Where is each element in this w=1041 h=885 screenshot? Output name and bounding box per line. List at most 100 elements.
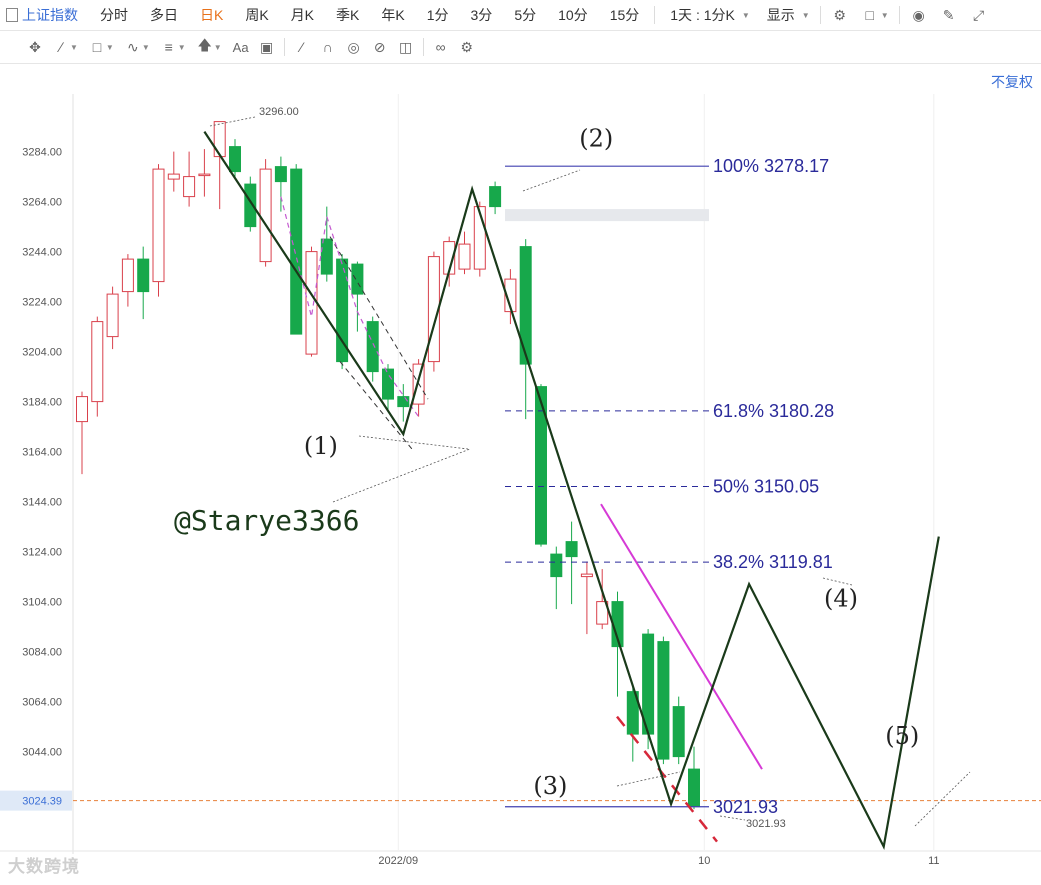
pencil-icon[interactable]: ✎ [939,5,959,25]
y-tick-label: 3244.00 [22,247,62,259]
toolbar-divider [819,6,821,24]
y-tick-label: 3084.00 [22,647,62,659]
eye-off-icon[interactable]: ⊘ [367,36,393,58]
leader-line [522,169,581,192]
candle-body [213,121,226,158]
candle-body [91,321,104,403]
candle-body [672,706,685,758]
comment-icon[interactable]: ▣ [254,36,280,58]
candles [76,121,700,810]
chevron-down-icon: ▼ [141,42,150,52]
candle-body [535,386,547,545]
candle-body [274,166,287,183]
period-tab-4[interactable]: 周K [234,5,279,25]
period-tab-6[interactable]: 季K [325,5,370,25]
candle-body [290,168,303,335]
watermark: 大数跨境 [8,857,80,876]
period-tab-10[interactable]: 5分 [503,5,547,25]
period-tab-7[interactable]: 年K [370,5,415,25]
leader-line [358,435,469,450]
period-select[interactable]: 1天 : 1分K [659,5,746,25]
period-tab-0[interactable]: 上证指数 [18,5,89,25]
candle-body [229,146,241,173]
y-tick-label: 3184.00 [22,397,62,409]
wave-label: (4) [824,585,858,613]
elliott-wave-path [203,130,940,851]
leader-line [332,448,471,503]
y-tick-label: 3284.00 [22,147,62,159]
wave-label: (3) [533,772,567,800]
period-tab-1[interactable]: 分时 [89,5,139,25]
fullscreen-icon[interactable]: ⤢ [969,5,989,25]
ruler-icon[interactable]: ⁄ [289,36,315,58]
candle-body [167,173,180,180]
candle-body [183,176,196,198]
candle-body [458,243,471,270]
candle-body [121,258,134,293]
y-tick-label: 3044.00 [22,747,62,759]
author-handle: @Starye3366 [174,504,359,537]
x-tick-label: 10 [698,855,710,867]
candle-body [198,173,211,177]
shaded-zone [505,209,709,222]
period-tab-2[interactable]: 多日 [139,5,189,25]
chevron-down-icon: ▼ [880,10,889,20]
toolbar-divider [283,38,285,56]
period-tab-9[interactable]: 3分 [460,5,504,25]
candle-body [76,396,88,423]
link-icon[interactable]: ∞ [428,36,454,58]
y-tick-label: 3064.00 [22,697,62,709]
checkbox-icon[interactable] [6,8,18,22]
settings-icon[interactable]: ⚙ [454,36,480,58]
candle-body [366,321,379,373]
candle-body [137,258,150,293]
eye-icon[interactable]: ◎ [341,36,367,58]
fib-level-label: 61.8% 3180.28 [713,401,834,421]
fib-level-label: 3021.93 [713,797,778,817]
font-icon[interactable]: Aa [228,36,254,58]
candle-body [351,263,364,295]
candlestick-chart[interactable]: 3284.00 3264.00 3244.00 3224.00 3204.00 3184.… [0,64,1041,885]
y-tick-label: 3224.00 [22,297,62,309]
chevron-down-icon: ▼ [741,10,750,20]
fib-level-label: 100% 3278.17 [713,156,829,176]
x-tick-label: 2022/09 [378,855,418,867]
chevron-down-icon: ▼ [105,42,114,52]
y-tick-label: 3264.00 [22,197,62,209]
toolbar-divider [422,38,424,56]
period-tab-11[interactable]: 10分 [547,5,599,25]
gear-icon[interactable]: ⚙ [830,5,850,25]
current-price-label: 3024.39 [22,796,62,808]
square-icon[interactable]: □ [860,5,880,25]
y-tick-label: 3124.00 [22,547,62,559]
period-tab-8[interactable]: 1分 [416,5,460,25]
wave-label: (5) [885,722,919,750]
period-tab-3[interactable]: 日K [189,5,234,25]
candle-body [320,238,333,275]
x-tick-label: 11 [928,855,939,867]
period-tab-5[interactable]: 月K [280,5,325,25]
fib-level-label: 38.2% 3119.81 [713,552,833,572]
low-label: 3021.93 [746,818,786,830]
period-tab-12[interactable]: 15分 [599,5,651,25]
toolbar-divider [654,6,656,24]
candle-body [259,168,272,263]
trash-icon[interactable]: ◫ [393,36,419,58]
display-button[interactable]: 显示 [756,5,806,25]
candle-body [489,186,502,208]
cross-move-icon[interactable]: ✥ [22,36,48,58]
camera-icon[interactable]: ◉ [909,5,929,25]
y-tick-label: 3164.00 [22,447,62,459]
chevron-down-icon: ▼ [801,10,810,20]
leader-line [914,771,971,827]
magnet-icon[interactable]: ∩ [315,36,341,58]
candle-body [580,573,593,578]
candle-body [550,553,563,578]
candle-body [106,293,119,338]
candle-body [382,368,394,400]
chevron-down-icon: ▼ [70,42,78,52]
candle-body [565,541,578,558]
candle-body [688,768,700,808]
y-tick-label: 3104.00 [22,597,62,609]
period-toolbar: 上证指数 分时 多日 日K 周K 月K 季K 年K 1分 3分 5分 10分 15分 1天 : 1分K … [0,0,1041,31]
